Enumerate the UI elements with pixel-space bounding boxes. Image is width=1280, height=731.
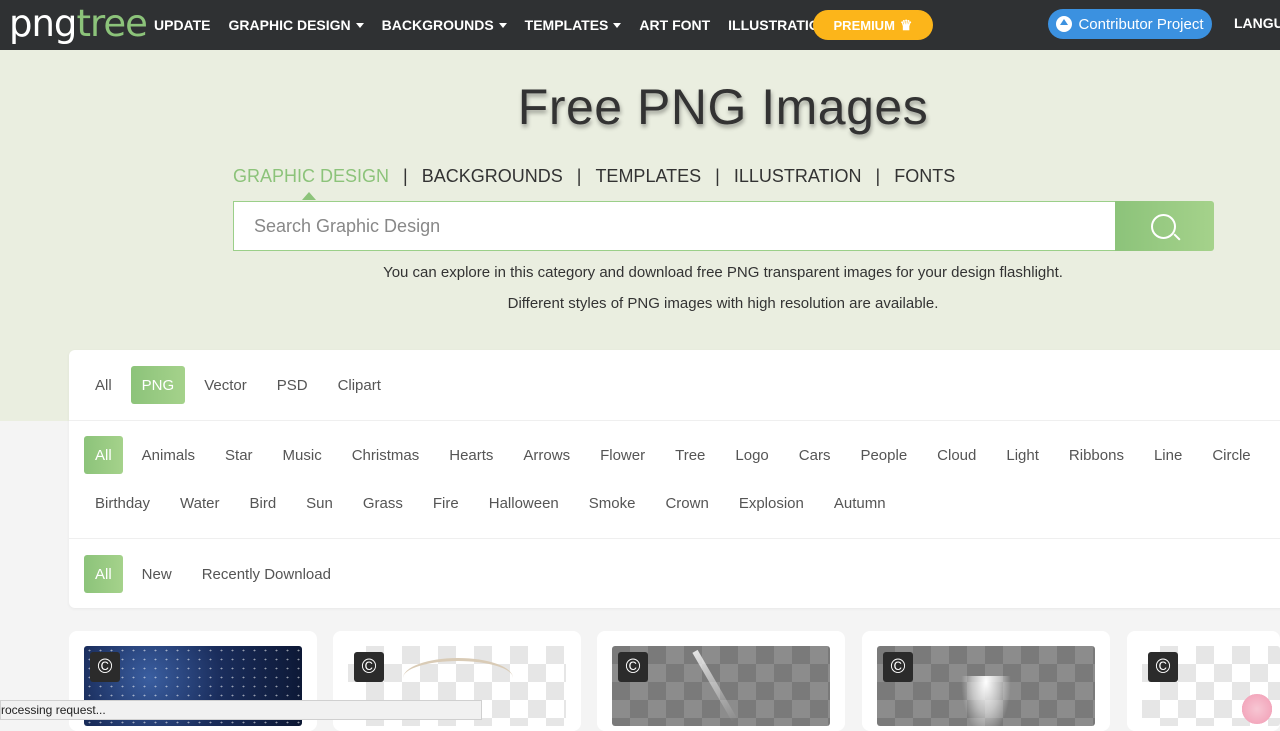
sort-filter-all[interactable]: All — [84, 555, 123, 593]
logo-text-tree: tree — [76, 2, 147, 45]
category-tabs: GRAPHIC DESIGN | BACKGROUNDS | TEMPLATES | ILL… — [233, 166, 955, 200]
image-card[interactable]: © — [1127, 631, 1280, 731]
tag-filter-tree[interactable]: Tree — [664, 436, 716, 474]
logo-text-png: png — [9, 2, 77, 45]
tag-filter-light[interactable]: Light — [995, 436, 1050, 474]
tag-filter-logo[interactable]: Logo — [724, 436, 779, 474]
tag-filter-all[interactable]: All — [84, 436, 123, 474]
copyright-icon: © — [90, 652, 120, 682]
tag-filter-bird[interactable]: Bird — [238, 484, 287, 522]
category-description-line2: Different styles of PNG images with high… — [507, 295, 939, 312]
tab-templates[interactable]: TEMPLATES — [595, 166, 701, 187]
contributor-label: Contributor Project — [1078, 15, 1204, 33]
tab-fonts[interactable]: FONTS — [894, 166, 955, 187]
tag-filter-sun[interactable]: Sun — [295, 484, 344, 522]
copyright-icon: © — [1148, 652, 1178, 682]
tag-filter-star[interactable]: Star — [214, 436, 264, 474]
contributor-project-button[interactable]: Contributor Project — [1048, 9, 1212, 39]
tag-filter-people[interactable]: People — [849, 436, 918, 474]
tab-separator: | — [576, 166, 582, 186]
tag-filter-grass[interactable]: Grass — [352, 484, 414, 522]
tag-filter-arrows[interactable]: Arrows — [512, 436, 581, 474]
tag-filter-halloween[interactable]: Halloween — [478, 484, 570, 522]
tag-filter-smoke[interactable]: Smoke — [578, 484, 647, 522]
nav-item-label: GRAPHIC DESIGN — [228, 17, 351, 33]
caret-down-icon — [498, 22, 507, 28]
premium-button[interactable]: PREMIUM ♛ — [813, 10, 933, 40]
image-card[interactable]: © — [597, 631, 845, 731]
type-filter-vector[interactable]: Vector — [193, 366, 258, 404]
sort-filter-row: All New Recently Download — [84, 555, 350, 593]
copyright-icon: © — [354, 652, 384, 682]
search-button[interactable] — [1115, 201, 1214, 251]
flowers-thumbnail[interactable]: © — [1142, 646, 1280, 726]
search-icon — [1151, 214, 1176, 239]
tag-filter-water[interactable]: Water — [169, 484, 230, 522]
nav-item-label: BACKGROUNDS — [381, 17, 494, 33]
tab-separator: | — [403, 166, 408, 186]
tag-filter-explosion[interactable]: Explosion — [728, 484, 815, 522]
tab-separator: | — [715, 166, 720, 186]
page-title: Free PNG Images — [517, 79, 929, 135]
sort-filter-new[interactable]: New — [131, 555, 183, 593]
category-description-line1: You can explore in this category and dow… — [383, 264, 1063, 281]
sort-filter-recently-download[interactable]: Recently Download — [191, 555, 342, 593]
nav-item-backgrounds[interactable]: BACKGROUNDS — [382, 17, 507, 33]
sparkle-graphic — [692, 649, 738, 723]
tag-filter-cloud[interactable]: Cloud — [926, 436, 987, 474]
filter-panel: All PNG Vector PSD Clipart All Animals Star Mus… — [69, 350, 1280, 608]
tag-filter-ribbons[interactable]: Ribbons — [1058, 436, 1135, 474]
nav-item-graphic-design[interactable]: GRAPHIC DESIGN — [229, 17, 364, 33]
divider — [69, 420, 1280, 421]
language-menu[interactable]: LANGU — [1234, 15, 1280, 31]
nav-item-label: UPDATE — [154, 17, 211, 33]
caret-down-icon — [613, 22, 622, 28]
tag-filter-animals[interactable]: Animals — [131, 436, 206, 474]
tag-filter-list: All Animals Star Music Christmas Hearts Arrows… — [84, 436, 1280, 532]
nav-menu: UPDATE GRAPHIC DESIGN BACKGROUNDS TEMPLATES… — [154, 0, 848, 50]
type-filter-row: All PNG Vector PSD Clipart — [84, 366, 400, 404]
tag-filter-birthday[interactable]: Birthday — [84, 484, 161, 522]
caret-down-icon — [355, 22, 364, 28]
spotlight-graphic — [961, 676, 1011, 726]
copyright-icon: © — [883, 652, 913, 682]
sparkle-thumbnail[interactable]: © — [612, 646, 830, 726]
nav-item-art-font[interactable]: ART FONT — [639, 17, 710, 33]
tab-graphic-design[interactable]: GRAPHIC DESIGN — [233, 166, 389, 200]
pngtree-logo[interactable]: pngtree — [9, 2, 148, 46]
nav-item-label: TEMPLATES — [524, 17, 609, 33]
premium-label: PREMIUM — [833, 17, 895, 33]
tag-filter-autumn[interactable]: Autumn — [823, 484, 897, 522]
tab-illustration[interactable]: ILLUSTRATION — [734, 166, 862, 187]
tag-filter-line[interactable]: Line — [1143, 436, 1193, 474]
type-filter-all[interactable]: All — [84, 366, 123, 404]
tag-filter-circle[interactable]: Circle — [1201, 436, 1261, 474]
crown-icon: ♛ — [899, 16, 913, 33]
tag-filter-flower[interactable]: Flower — [589, 436, 656, 474]
tab-separator: | — [875, 166, 881, 186]
tab-backgrounds[interactable]: BACKGROUNDS — [422, 166, 563, 187]
nav-item-update[interactable]: UPDATE — [154, 17, 211, 33]
divider — [69, 538, 1280, 539]
tag-filter-fire[interactable]: Fire — [422, 484, 470, 522]
top-navbar: pngtree UPDATE GRAPHIC DESIGN BACKGROUNDS T… — [0, 0, 1280, 50]
tag-filter-cars[interactable]: Cars — [788, 436, 842, 474]
type-filter-psd[interactable]: PSD — [266, 366, 319, 404]
tag-filter-christmas[interactable]: Christmas — [341, 436, 431, 474]
type-filter-clipart[interactable]: Clipart — [327, 366, 392, 404]
tag-filter-crown[interactable]: Crown — [654, 484, 719, 522]
image-card[interactable]: © — [862, 631, 1110, 731]
nav-item-label: ART FONT — [639, 17, 711, 33]
search-input[interactable]: Search Graphic Design — [233, 201, 1116, 251]
type-filter-png[interactable]: PNG — [130, 366, 186, 404]
nav-item-templates[interactable]: TEMPLATES — [525, 17, 622, 33]
upload-cloud-icon — [1056, 16, 1073, 32]
tag-filter-music[interactable]: Music — [272, 436, 333, 474]
search-placeholder: Search Graphic Design — [254, 215, 441, 236]
browser-status-bar: rocessing request... — [0, 700, 482, 720]
ornament-graphic — [403, 658, 513, 698]
copyright-icon: © — [618, 652, 648, 682]
tag-filter-hearts[interactable]: Hearts — [438, 436, 504, 474]
spotlight-thumbnail[interactable]: © — [877, 646, 1095, 726]
